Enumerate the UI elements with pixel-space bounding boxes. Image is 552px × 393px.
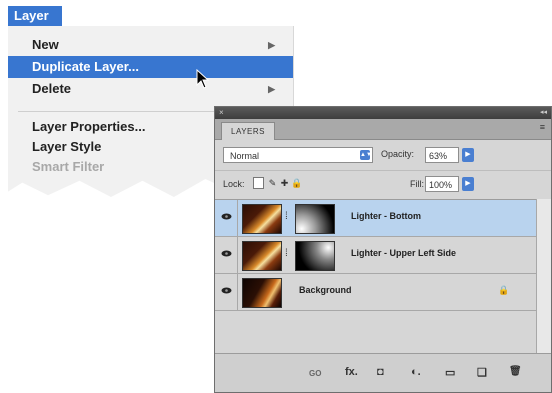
menu-item-label: New (32, 37, 59, 52)
layers-list: ⁞ Lighter - Bottom ⁞ Lighter - Upper Lef… (215, 199, 537, 355)
layer-name: Lighter - Upper Left Side (351, 248, 457, 258)
panel-tab-row: LAYERS ≡ (215, 119, 551, 140)
layer-row-lighter-bottom[interactable]: ⁞ Lighter - Bottom (215, 200, 537, 237)
adjustment-layer-icon[interactable]: ◐. (411, 366, 421, 378)
menu-item-new[interactable]: New ▶ (8, 34, 293, 56)
layer-thumbnail (242, 204, 282, 234)
tab-layers[interactable]: LAYERS (221, 122, 275, 140)
panel-title-bar[interactable]: × ◂◂ (215, 107, 551, 119)
layer-thumbnail (242, 241, 282, 271)
opacity-slider-arrow-icon[interactable]: ▶ (462, 148, 474, 162)
layer-mask-thumbnail[interactable] (295, 241, 335, 271)
submenu-arrow-icon: ▶ (268, 40, 275, 50)
menu-item-label: Duplicate Layer... (32, 59, 139, 74)
layers-panel: × ◂◂ LAYERS ≡ Normal ▲▼ Opacity: 63% ▶ L… (214, 106, 552, 393)
submenu-arrow-icon: ▶ (268, 84, 275, 94)
menu-item-label: Delete (32, 81, 72, 96)
layer-row-lighter-upper-left-side[interactable]: ⁞ Lighter - Upper Left Side (215, 237, 537, 274)
add-mask-icon[interactable]: ◘ (377, 366, 384, 378)
eye-icon (221, 287, 232, 294)
layer-style-fx-icon[interactable]: fx. (345, 366, 358, 378)
visibility-toggle[interactable] (215, 200, 238, 236)
close-icon[interactable]: × (219, 108, 224, 118)
layer-mask-thumbnail[interactable] (295, 204, 335, 234)
layer-row-background[interactable]: Background 🔒 (215, 274, 537, 311)
menu-item-label: Layer Properties... (32, 119, 146, 134)
lock-all-icon[interactable]: 🔒 (291, 177, 302, 189)
eye-icon (221, 250, 232, 257)
menu-item-delete[interactable]: Delete ▶ (8, 78, 293, 100)
menu-item-label: Smart Filter (32, 159, 105, 174)
link-layers-icon[interactable]: GO (309, 369, 321, 378)
visibility-toggle[interactable] (215, 237, 238, 273)
menu-title-layer[interactable]: Layer (8, 6, 62, 26)
blend-mode-select[interactable]: Normal ▲▼ (223, 147, 373, 163)
new-layer-icon[interactable]: ❏ (477, 366, 487, 379)
fill-label: Fill: (410, 179, 424, 189)
lock-transparent-pixels-icon[interactable] (253, 177, 264, 189)
divider (215, 170, 551, 171)
menu-item-duplicate-layer[interactable]: Duplicate Layer... (8, 56, 293, 78)
new-group-icon[interactable]: ▭ (445, 366, 455, 379)
lock-label: Lock: (223, 179, 245, 189)
mouse-cursor-icon (196, 69, 210, 89)
collapse-icon[interactable]: ◂◂ (540, 108, 547, 118)
link-chain-icon[interactable]: ⁞ (285, 211, 288, 222)
opacity-input[interactable]: 63% (425, 147, 459, 163)
blend-mode-value: Normal (230, 151, 260, 161)
link-chain-icon[interactable]: ⁞ (285, 248, 288, 259)
dropdown-stepper-icon[interactable]: ▲▼ (360, 150, 372, 160)
fill-slider-arrow-icon[interactable]: ▶ (462, 177, 474, 191)
menu-item-label: Layer Style (32, 139, 102, 154)
opacity-label: Opacity: (381, 149, 415, 159)
layer-name: Lighter - Bottom (351, 211, 421, 221)
layers-scrollbar[interactable] (536, 199, 551, 354)
trash-icon[interactable]: 🗑 (509, 366, 522, 377)
visibility-toggle[interactable] (215, 274, 238, 310)
panel-menu-icon[interactable]: ≡ (540, 122, 545, 132)
panel-bottom-toolbar: GO fx. ◘ ◐. ▭ ❏ 🗑 (215, 353, 551, 392)
layer-locked-icon: 🔒 (498, 285, 510, 295)
eye-icon (221, 213, 232, 220)
lock-position-icon[interactable]: ✚ (279, 177, 290, 189)
layer-thumbnail (242, 278, 282, 308)
fill-input[interactable]: 100% (425, 176, 459, 192)
layer-name: Background (299, 285, 352, 295)
lock-image-pixels-icon[interactable]: ✎ (267, 177, 278, 189)
